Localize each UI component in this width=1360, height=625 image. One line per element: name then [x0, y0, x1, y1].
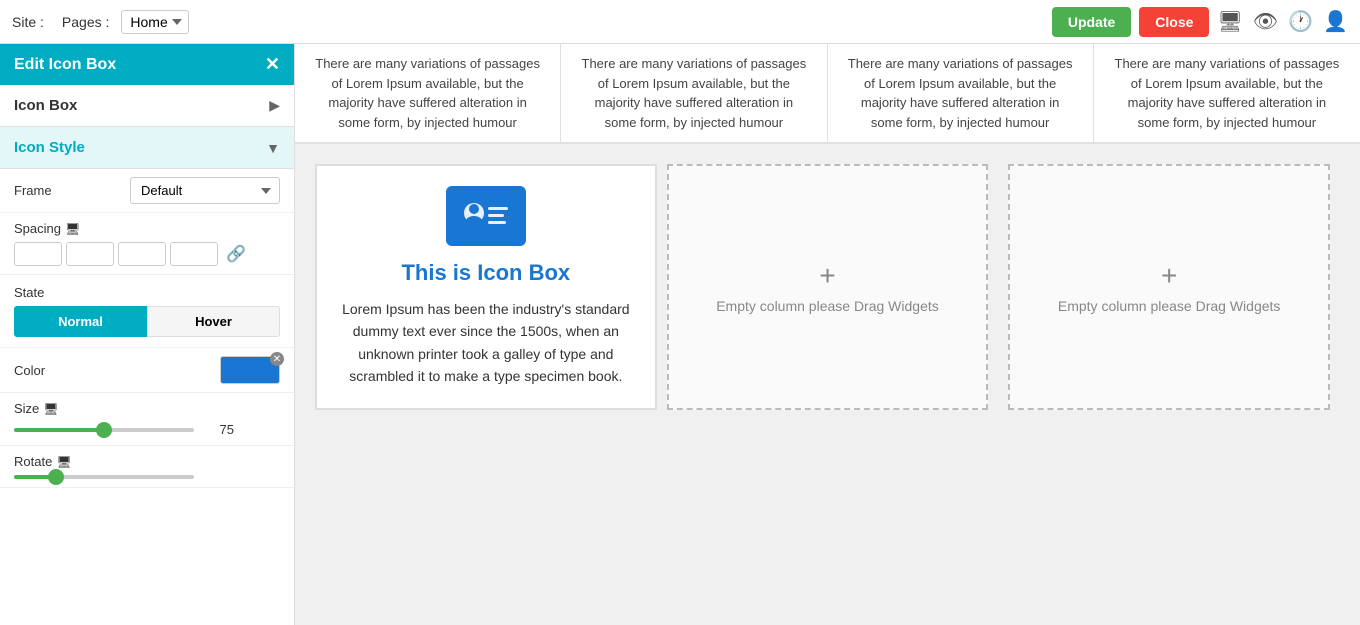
pages-select[interactable]: Home: [121, 10, 189, 34]
state-buttons: Normal Hover: [14, 306, 280, 337]
size-value: 75: [204, 422, 234, 437]
widget-section: This is Icon Box Lorem Ipsum has been th…: [295, 144, 1360, 430]
main-layout: Edit Icon Box ✕ Icon Box ▶ Icon Style ▼ …: [0, 44, 1360, 625]
size-slider[interactable]: [14, 428, 194, 432]
eye-icon[interactable]: 👁: [1253, 9, 1278, 34]
lorem-col-2: There are many variations of passages of…: [561, 44, 827, 142]
spacing-inputs: 🔗: [14, 242, 280, 266]
color-swatch-wrap: ✕: [220, 356, 280, 384]
lorem-col-1: There are many variations of passages of…: [295, 44, 561, 142]
close-button[interactable]: Close: [1139, 7, 1209, 37]
site-label: Site :: [12, 14, 44, 30]
panel-title: Edit Icon Box: [14, 56, 116, 74]
color-clear-icon[interactable]: ✕: [270, 352, 284, 366]
frame-select[interactable]: Default: [130, 177, 280, 204]
lorem-col-3: There are many variations of passages of…: [828, 44, 1094, 142]
color-label: Color: [14, 363, 45, 378]
icon-box-body: Lorem Ipsum has been the industry's stan…: [337, 298, 635, 388]
empty-col-2-plus: +: [1161, 260, 1177, 292]
rotate-row: Rotate 🖥: [0, 446, 294, 488]
empty-col-1-label: Empty column please Drag Widgets: [716, 298, 939, 314]
icon-box-title: This is Icon Box: [401, 260, 570, 286]
icon-box-section[interactable]: Icon Box ▶: [0, 85, 294, 127]
update-button[interactable]: Update: [1052, 7, 1131, 37]
size-slider-wrap: 75: [14, 422, 280, 437]
icon-style-arrow-icon: ▼: [266, 140, 280, 156]
rotate-slider-wrap: [14, 475, 280, 479]
spacing-monitor-icon: 🖥: [65, 222, 80, 236]
pages-label: Pages :: [62, 14, 109, 30]
frame-label: Frame: [14, 183, 52, 198]
rotate-monitor-icon: 🖥: [56, 455, 71, 469]
lorem-section: There are many variations of passages of…: [295, 44, 1360, 144]
spacing-left[interactable]: [170, 242, 218, 266]
empty-col-1[interactable]: + Empty column please Drag Widgets: [667, 164, 989, 410]
normal-state-button[interactable]: Normal: [14, 306, 147, 337]
spacing-top[interactable]: [14, 242, 62, 266]
color-row: Color ✕: [0, 348, 294, 393]
spacing-row: Spacing 🖥 🔗: [0, 213, 294, 275]
size-label: Size 🖥: [14, 401, 280, 416]
icon-style-label: Icon Style: [14, 139, 85, 156]
monitor-icon[interactable]: 🖥: [1217, 9, 1242, 34]
rotate-slider[interactable]: [14, 475, 194, 479]
icon-style-section[interactable]: Icon Style ▼: [0, 127, 294, 169]
empty-col-2[interactable]: + Empty column please Drag Widgets: [1008, 164, 1330, 410]
clock-icon[interactable]: 🕐: [1288, 9, 1313, 34]
frame-row: Frame Default: [0, 169, 294, 213]
state-row: State Normal Hover: [0, 275, 294, 348]
rotate-label: Rotate 🖥: [14, 454, 280, 469]
size-row: Size 🖥 75: [0, 393, 294, 446]
size-monitor-icon: 🖥: [43, 402, 58, 416]
person-icon[interactable]: 👤: [1323, 9, 1348, 34]
topbar: Site : Pages : Home Update Close 🖥 👁 🕐 👤: [0, 0, 1360, 44]
icon-box-arrow-icon: ▶: [269, 97, 280, 114]
topbar-icon-group: 🖥 👁 🕐 👤: [1217, 9, 1348, 34]
topbar-actions: Update Close 🖥 👁 🕐 👤: [1052, 7, 1348, 37]
icon-box-label: Icon Box: [14, 97, 77, 114]
panel-close-icon[interactable]: ✕: [265, 54, 280, 75]
icon-box-icon: [446, 186, 526, 246]
left-panel: Edit Icon Box ✕ Icon Box ▶ Icon Style ▼ …: [0, 44, 295, 625]
spacing-bottom[interactable]: [118, 242, 166, 266]
content-area: There are many variations of passages of…: [295, 44, 1360, 625]
empty-col-2-label: Empty column please Drag Widgets: [1058, 298, 1281, 314]
spacing-link-icon[interactable]: 🔗: [226, 244, 246, 264]
icon-box-svg: [458, 195, 514, 237]
spacing-right[interactable]: [66, 242, 114, 266]
hover-state-button[interactable]: Hover: [147, 306, 280, 337]
empty-col-1-plus: +: [819, 260, 835, 292]
panel-header: Edit Icon Box ✕: [0, 44, 294, 85]
state-label: State: [14, 285, 280, 300]
lorem-col-4: There are many variations of passages of…: [1094, 44, 1360, 142]
frame-select-wrap: Default: [130, 177, 280, 204]
spacing-label: Spacing 🖥: [14, 221, 280, 236]
icon-box-widget: This is Icon Box Lorem Ipsum has been th…: [315, 164, 657, 410]
